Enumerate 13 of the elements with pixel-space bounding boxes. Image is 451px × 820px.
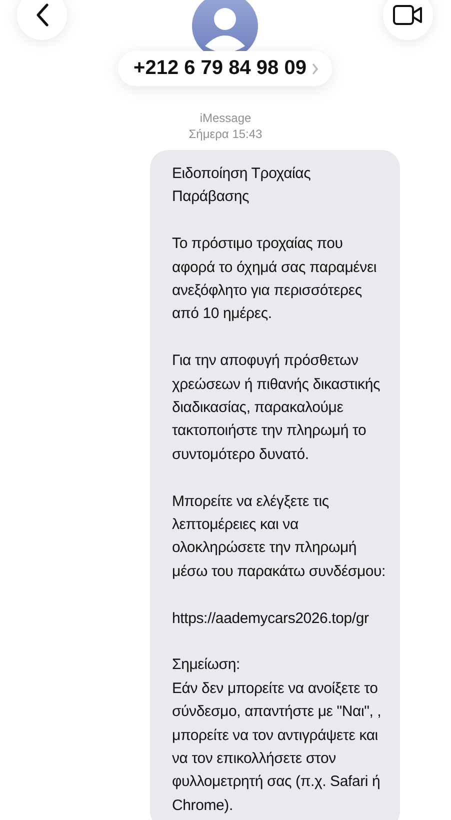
timestamp: Σήμερα 15:43 — [188, 126, 264, 142]
message-paragraph: https://aademycars2026.top/gr — [172, 608, 370, 629]
message-paragraph: Ειδοποίηση Τροχαίας Παράβασης — [172, 164, 312, 208]
back-button[interactable] — [17, 0, 67, 40]
message-paragraph: Το πρόστιμο τροχαίας που αφορά το όχημά σας παραμένει ανεξόφλητο για περισσότερες από 10 ημέρες. — [172, 234, 378, 324]
message-paragraph: Μπορείτε να ελέγξετε τις λεπτομέρειες και να ολοκληρώσετε την πληρωμή μέσω του παρακάτω συνδέσμου: — [172, 492, 386, 582]
back-icon — [35, 3, 49, 27]
video-camera-icon — [392, 5, 423, 25]
message-paragraph: Για την αποφυγή πρόσθετων χρεώσεων ή πιθανής δικαστικής διαδικασίας, παρακαλούμε τακτοποιήστε την πληρωμή το συντομότερο δυνατό. — [172, 351, 382, 465]
service-label: iMessage — [198, 110, 252, 126]
message-paragraph: Σημείωση: Εάν δεν μπορείτε να ανοίξετε το σύνδεσμο, απαντήστε με "Ναι", , μπορείτε να τον αντιγράψετε και να τον επικολλήσετε στον φυλλομετρητή σας (π.χ. Safari ή Chrome). — [172, 655, 382, 816]
chevron-icon — [312, 62, 318, 74]
video-call-button[interactable] — [382, 0, 433, 40]
